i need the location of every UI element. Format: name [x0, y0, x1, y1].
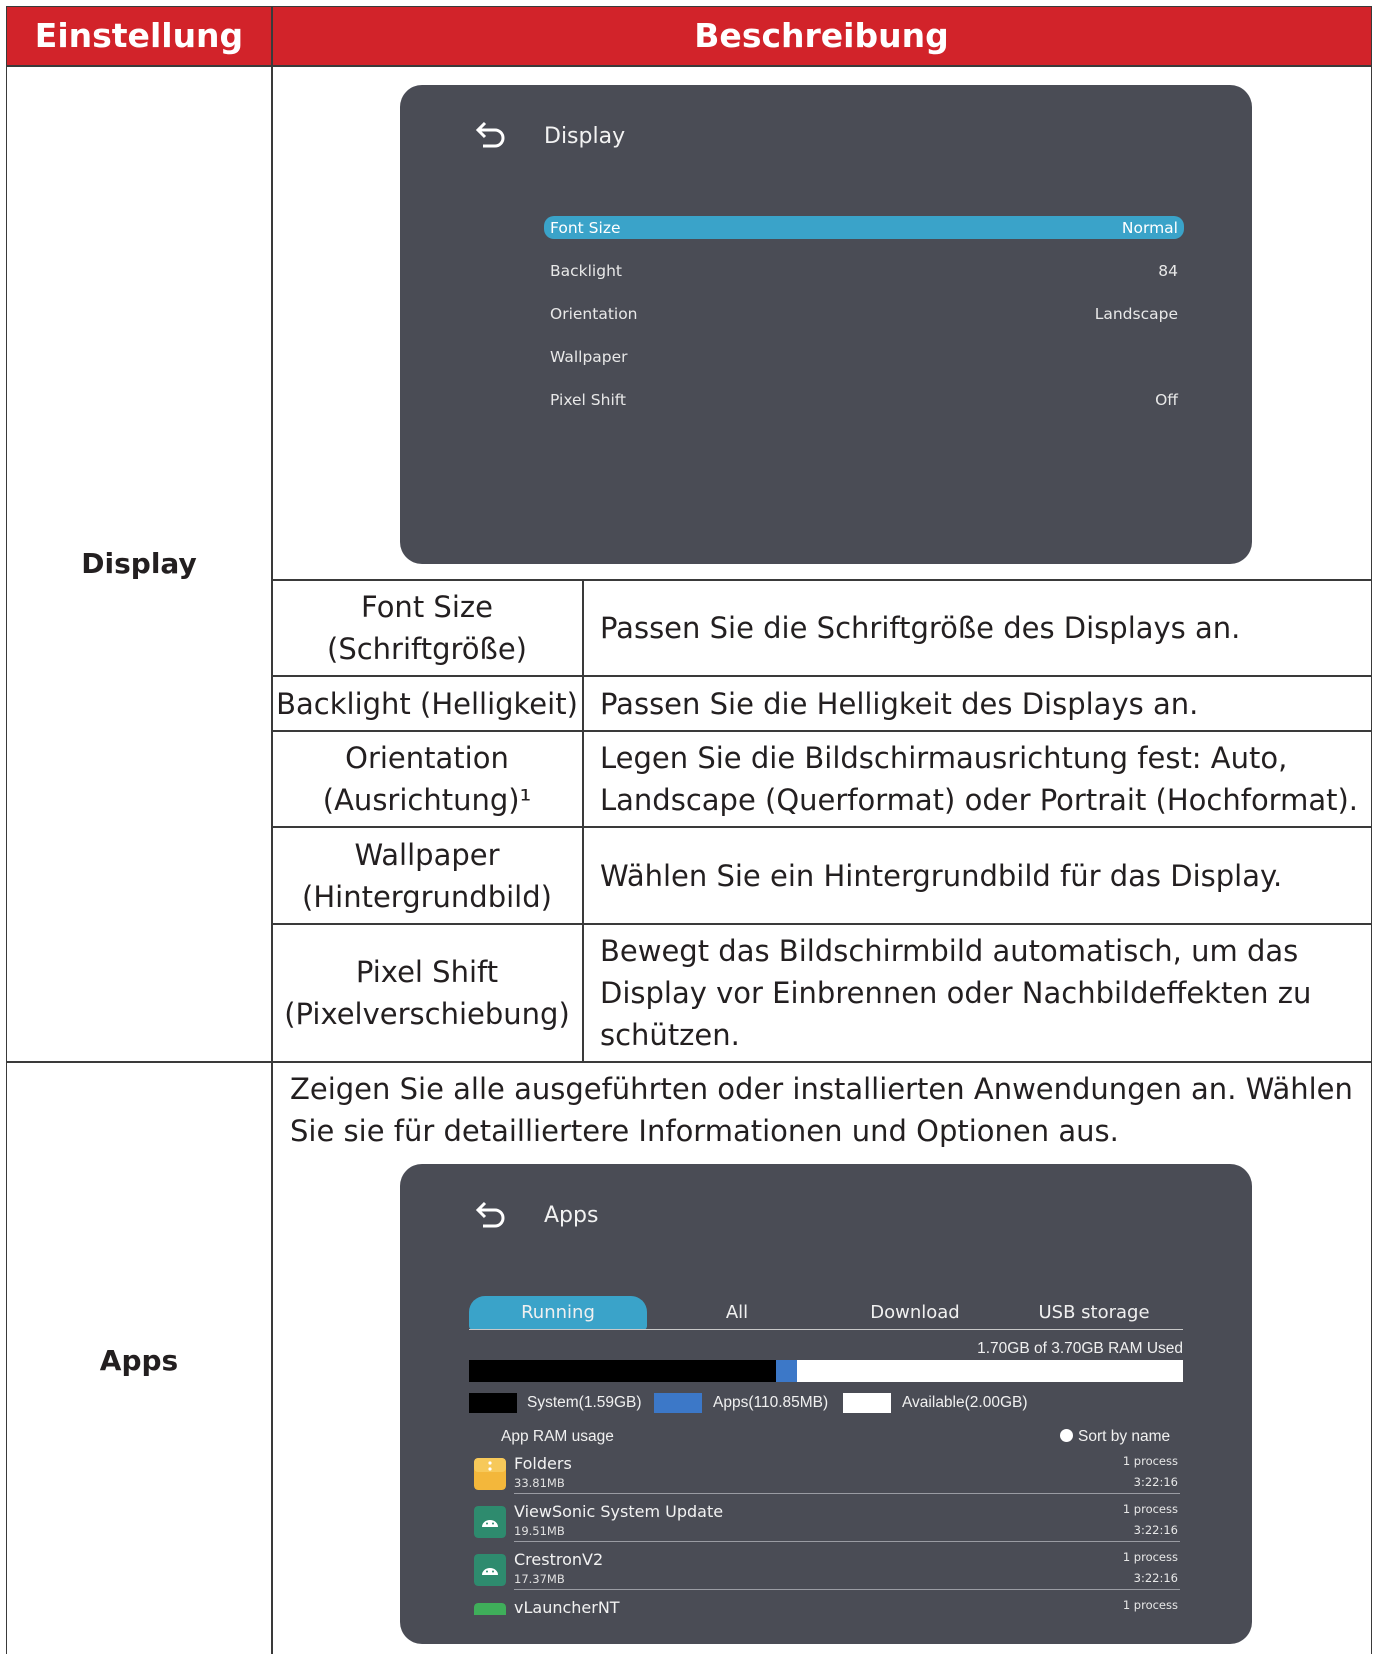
description-text: Passen Sie die Helligkeit des Displays a…	[600, 686, 1199, 721]
app-name: ViewSonic System Update	[514, 1502, 724, 1521]
menu-item-font-size[interactable]: Font Size Normal	[544, 216, 1184, 239]
row-divider	[514, 1493, 1180, 1494]
tab-underline	[469, 1329, 1183, 1330]
menu-item-orientation[interactable]: Orientation Landscape	[544, 302, 1184, 325]
column-header-description: Beschreibung	[694, 16, 949, 55]
app-list-item[interactable]: vLauncherNT 1 process	[470, 1597, 1184, 1615]
folder-icon	[474, 1458, 506, 1490]
legend-system: System(1.59GB)	[527, 1394, 642, 1411]
legend-available: Available(2.00GB)	[902, 1394, 1028, 1411]
sub-setting-description: Passen Sie die Schriftgröße des Displays…	[600, 581, 1370, 675]
ram-system-segment	[469, 1360, 776, 1382]
app-name: Folders	[514, 1454, 572, 1473]
ram-used-label: 1.70GB of 3.70GB RAM Used	[977, 1340, 1183, 1357]
android-icon	[474, 1603, 506, 1615]
app-list-item[interactable]: CrestronV2 17.37MB 1 process 3:22:16	[470, 1549, 1184, 1597]
sort-by-name-option[interactable]: Sort by name	[1078, 1428, 1170, 1446]
menu-item-label: Pixel Shift	[550, 391, 627, 409]
sub-setting-line: Pixel Shift	[355, 955, 499, 989]
app-uptime: 3:22:16	[1133, 1523, 1178, 1537]
back-arrow-icon[interactable]	[473, 120, 509, 152]
apps-description: Zeigen Sie alle ausgeführten oder instal…	[290, 1068, 1360, 1152]
radio-icon[interactable]	[1060, 1429, 1073, 1442]
sub-setting-line: (Ausrichtung)¹	[322, 783, 532, 817]
sub-setting-description: Passen Sie die Helligkeit des Displays a…	[600, 677, 1370, 730]
sub-setting-wallpaper: Wallpaper (Hintergrundbild)	[272, 828, 582, 923]
sub-setting-description: Legen Sie die Bildschirmausrichtung fest…	[600, 732, 1370, 826]
description-text: Wählen Sie ein Hintergrundbild für das D…	[600, 858, 1283, 893]
menu-item-backlight[interactable]: Backlight 84	[544, 259, 1184, 282]
tab-running[interactable]: Running	[469, 1296, 647, 1330]
sub-setting-description: Bewegt das Bildschirmbild automatisch, u…	[600, 925, 1370, 1061]
legend-apps: Apps(110.85MB)	[713, 1394, 829, 1411]
menu-item-value: Off	[1155, 391, 1178, 409]
description-text: Display vor Einbrennen oder Nachbildeffe…	[600, 976, 1312, 1010]
app-size: 19.51MB	[514, 1524, 565, 1538]
row-divider	[514, 1589, 1180, 1590]
app-size: 17.37MB	[514, 1572, 565, 1586]
menu-item-label: Orientation	[550, 305, 638, 323]
sub-setting-line: Backlight (Helligkeit)	[276, 686, 578, 721]
sub-setting-line: (Hintergrundbild)	[302, 879, 552, 914]
sub-setting-font-size: Font Size (Schriftgröße)	[272, 581, 582, 675]
sub-setting-line: Orientation	[345, 741, 509, 775]
android-icon	[474, 1554, 506, 1586]
menu-item-value: Normal	[1121, 219, 1178, 237]
description-text: schützen.	[600, 1018, 740, 1052]
description-text: Zeigen Sie alle ausgeführten oder instal…	[290, 1072, 1353, 1106]
app-uptime: 3:22:16	[1133, 1475, 1178, 1489]
description-text: Passen Sie die Schriftgröße des Displays…	[600, 611, 1241, 645]
sub-setting-line: (Schriftgröße)	[327, 632, 527, 666]
app-process-count: 1 process	[1122, 1454, 1178, 1468]
screen-title: Display	[544, 124, 626, 149]
app-list-item[interactable]: Folders 33.81MB 1 process 3:22:16	[470, 1453, 1184, 1501]
menu-item-wallpaper[interactable]: Wallpaper	[544, 345, 1184, 368]
sub-setting-backlight: Backlight (Helligkeit)	[272, 677, 582, 730]
app-process-count: 1 process	[1122, 1550, 1178, 1564]
header-divider	[7, 65, 1371, 67]
app-name: CrestronV2	[514, 1550, 604, 1569]
app-process-count: 1 process	[1122, 1502, 1178, 1516]
sub-column-divider	[582, 580, 584, 1062]
sub-setting-pixel-shift: Pixel Shift (Pixelverschiebung)	[272, 925, 582, 1061]
ram-apps-segment	[776, 1360, 797, 1382]
app-process-count: 1 process	[1122, 1598, 1178, 1612]
description-text: Bewegt das Bildschirmbild automatisch, u…	[600, 934, 1299, 968]
description-text: Legen Sie die Bildschirmausrichtung fest…	[600, 741, 1288, 775]
section-divider	[7, 1061, 1371, 1063]
sub-setting-line: (Pixelverschiebung)	[284, 997, 570, 1031]
row-divider	[514, 1541, 1180, 1542]
legend-apps-swatch	[654, 1393, 702, 1413]
android-icon	[474, 1506, 506, 1538]
menu-item-label: Wallpaper	[550, 348, 628, 366]
app-uptime: 3:22:16	[1133, 1571, 1178, 1585]
legend-system-swatch	[469, 1393, 517, 1413]
app-list-item[interactable]: ViewSonic System Update 19.51MB 1 proces…	[470, 1501, 1184, 1549]
menu-item-label: Backlight	[550, 262, 622, 280]
sub-setting-line: Wallpaper	[354, 837, 500, 872]
description-text: Sie sie für detailliertere Informationen…	[290, 1114, 1119, 1148]
back-arrow-icon[interactable]	[473, 1200, 509, 1232]
sub-setting-orientation: Orientation (Ausrichtung)¹	[272, 732, 582, 826]
menu-item-label: Font Size	[550, 219, 621, 237]
sub-setting-description: Wählen Sie ein Hintergrundbild für das D…	[600, 828, 1370, 923]
tab-usb-storage[interactable]: USB storage	[1004, 1296, 1184, 1330]
column-header-setting: Einstellung	[34, 16, 244, 55]
tab-all[interactable]: All	[648, 1296, 826, 1330]
screen-title: Apps	[544, 1203, 599, 1228]
app-name: vLauncherNT	[514, 1598, 620, 1615]
setting-apps: Apps	[99, 1344, 179, 1377]
sub-setting-line: Font Size	[361, 590, 493, 624]
legend-available-swatch	[843, 1393, 891, 1413]
menu-item-value: 84	[1158, 262, 1178, 280]
description-text: Landscape (Querformat) oder Portrait (Ho…	[600, 783, 1359, 817]
setting-display: Display	[81, 547, 197, 580]
menu-item-value: Landscape	[1094, 305, 1178, 323]
tab-download[interactable]: Download	[826, 1296, 1004, 1330]
app-size: 33.81MB	[514, 1476, 565, 1490]
menu-item-pixel-shift[interactable]: Pixel Shift Off	[544, 388, 1184, 411]
app-ram-usage-label: App RAM usage	[501, 1428, 614, 1445]
